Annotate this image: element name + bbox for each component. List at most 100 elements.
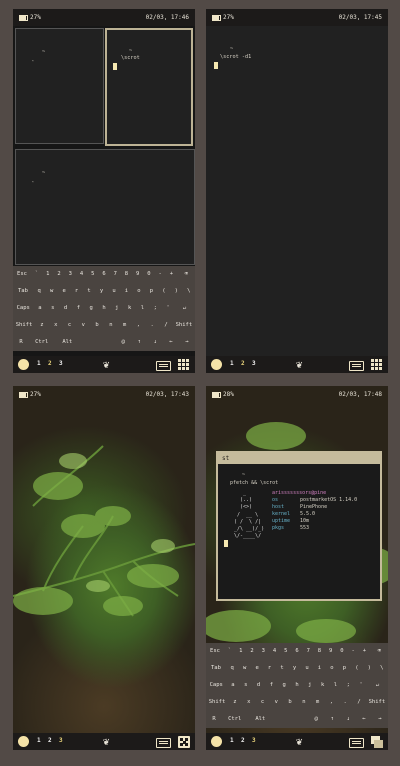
workspace-1-button[interactable]: 1 [37,360,41,367]
key-symbol[interactable]: ↑ [324,711,340,728]
key-symbol[interactable]: + [359,643,370,660]
key-h[interactable]: h [291,677,304,694]
key-u[interactable]: u [301,660,313,677]
key-b[interactable]: b [90,317,104,334]
key-r[interactable]: R [13,334,29,351]
workspace-2-button[interactable]: 2 [241,737,245,744]
key-symbol[interactable]: \ [183,283,195,300]
workspace-1-button[interactable]: 1 [230,360,234,367]
key-alt[interactable]: Alt [248,711,274,728]
key-esc[interactable]: Esc [13,266,31,283]
key-symbol[interactable]: ) [170,283,182,300]
key-4[interactable]: 4 [76,266,87,283]
circle-icon[interactable] [18,359,29,370]
key-symbol[interactable]: ↓ [147,334,163,351]
key-8[interactable]: 8 [121,266,132,283]
key-symbol[interactable]: ↓ [340,711,356,728]
key-symbol[interactable]: ' [162,300,175,317]
keyboard-icon[interactable] [349,738,364,748]
workspace-3-button[interactable]: 3 [59,360,63,367]
keyboard-icon[interactable] [156,361,171,371]
key-n[interactable]: n [104,317,118,334]
key-2[interactable]: 2 [246,643,257,660]
key-symbol[interactable]: ( [158,283,170,300]
key-esc[interactable]: Esc [206,643,224,660]
key-symbol[interactable]: ( [351,660,363,677]
key-6[interactable]: 6 [291,643,302,660]
grid-icon[interactable] [178,359,190,371]
key-symbol[interactable]: ↑ [131,334,147,351]
circle-icon[interactable] [211,359,222,370]
key-y[interactable]: y [288,660,300,677]
floating-layout-icon[interactable] [371,736,383,748]
key-0[interactable]: 0 [143,266,154,283]
key-e[interactable]: e [58,283,70,300]
key-shift[interactable]: Shift [206,694,228,711]
key-symbol[interactable]: \ [376,660,388,677]
key-w[interactable]: w [238,660,250,677]
dice-layout-icon[interactable] [178,736,190,748]
key-symbol[interactable]: → [179,334,195,351]
key-symbol[interactable]: @ [115,334,131,351]
key-symbol[interactable]: + [166,266,177,283]
key-m[interactable]: m [118,317,132,334]
key-z[interactable]: z [228,694,242,711]
key-y[interactable]: y [95,283,107,300]
key-9[interactable]: 9 [325,643,336,660]
key-symbol[interactable]: / [352,694,366,711]
key-j[interactable]: j [110,300,123,317]
leaf-icon[interactable]: ❦ [294,735,304,748]
key-2[interactable]: 2 [53,266,64,283]
keyboard-icon[interactable] [156,738,171,748]
key-p[interactable]: p [145,283,157,300]
key-7[interactable]: 7 [303,643,314,660]
key-r[interactable]: r [263,660,275,677]
key-4[interactable]: 4 [269,643,280,660]
key-1[interactable]: 1 [42,266,53,283]
key-f[interactable]: f [265,677,278,694]
key-symbol[interactable]: ; [149,300,162,317]
key-h[interactable]: h [98,300,111,317]
key-symbol[interactable]: . [145,317,159,334]
key-g[interactable]: g [85,300,98,317]
key-o[interactable]: o [133,283,145,300]
key-i[interactable]: i [120,283,132,300]
key-symbol[interactable]: @ [308,711,324,728]
key-symbol[interactable]: ↵ [174,300,195,317]
key-t[interactable]: t [83,283,95,300]
key-caps[interactable]: Caps [13,300,34,317]
keyboard-icon[interactable] [349,361,364,371]
key-5[interactable]: 5 [280,643,291,660]
key-z[interactable]: z [35,317,49,334]
key-l[interactable]: l [329,677,342,694]
key-0[interactable]: 0 [336,643,347,660]
key-k[interactable]: k [123,300,136,317]
circle-icon[interactable] [18,736,29,747]
key-p[interactable]: p [338,660,350,677]
key-caps[interactable]: Caps [206,677,227,694]
key-r[interactable]: r [70,283,82,300]
key-e[interactable]: e [251,660,263,677]
key-symbol[interactable]: ⌫ [370,643,388,660]
key-v[interactable]: v [76,317,90,334]
terminal-tile-2[interactable]: ~ \scrot [105,28,193,146]
key-w[interactable]: w [45,283,57,300]
key-7[interactable]: 7 [110,266,121,283]
key-ctrl[interactable]: Ctrl [29,334,55,351]
key-symbol[interactable]: - [155,266,166,283]
key-9[interactable]: 9 [132,266,143,283]
workspace-3-button[interactable]: 3 [59,737,63,744]
key-symbol[interactable]: ` [31,266,42,283]
key-f[interactable]: f [72,300,85,317]
window-titlebar[interactable]: st [218,453,380,464]
leaf-icon[interactable]: ❦ [101,358,111,371]
workspace-3-button[interactable]: 3 [252,360,256,367]
workspace-1-button[interactable]: 1 [37,737,41,744]
key-symbol[interactable]: . [338,694,352,711]
key-symbol[interactable]: ' [355,677,368,694]
key-8[interactable]: 8 [314,643,325,660]
key-symbol[interactable]: ; [342,677,355,694]
key-symbol[interactable]: / [159,317,173,334]
key-1[interactable]: 1 [235,643,246,660]
key-symbol[interactable]: ⌫ [177,266,195,283]
